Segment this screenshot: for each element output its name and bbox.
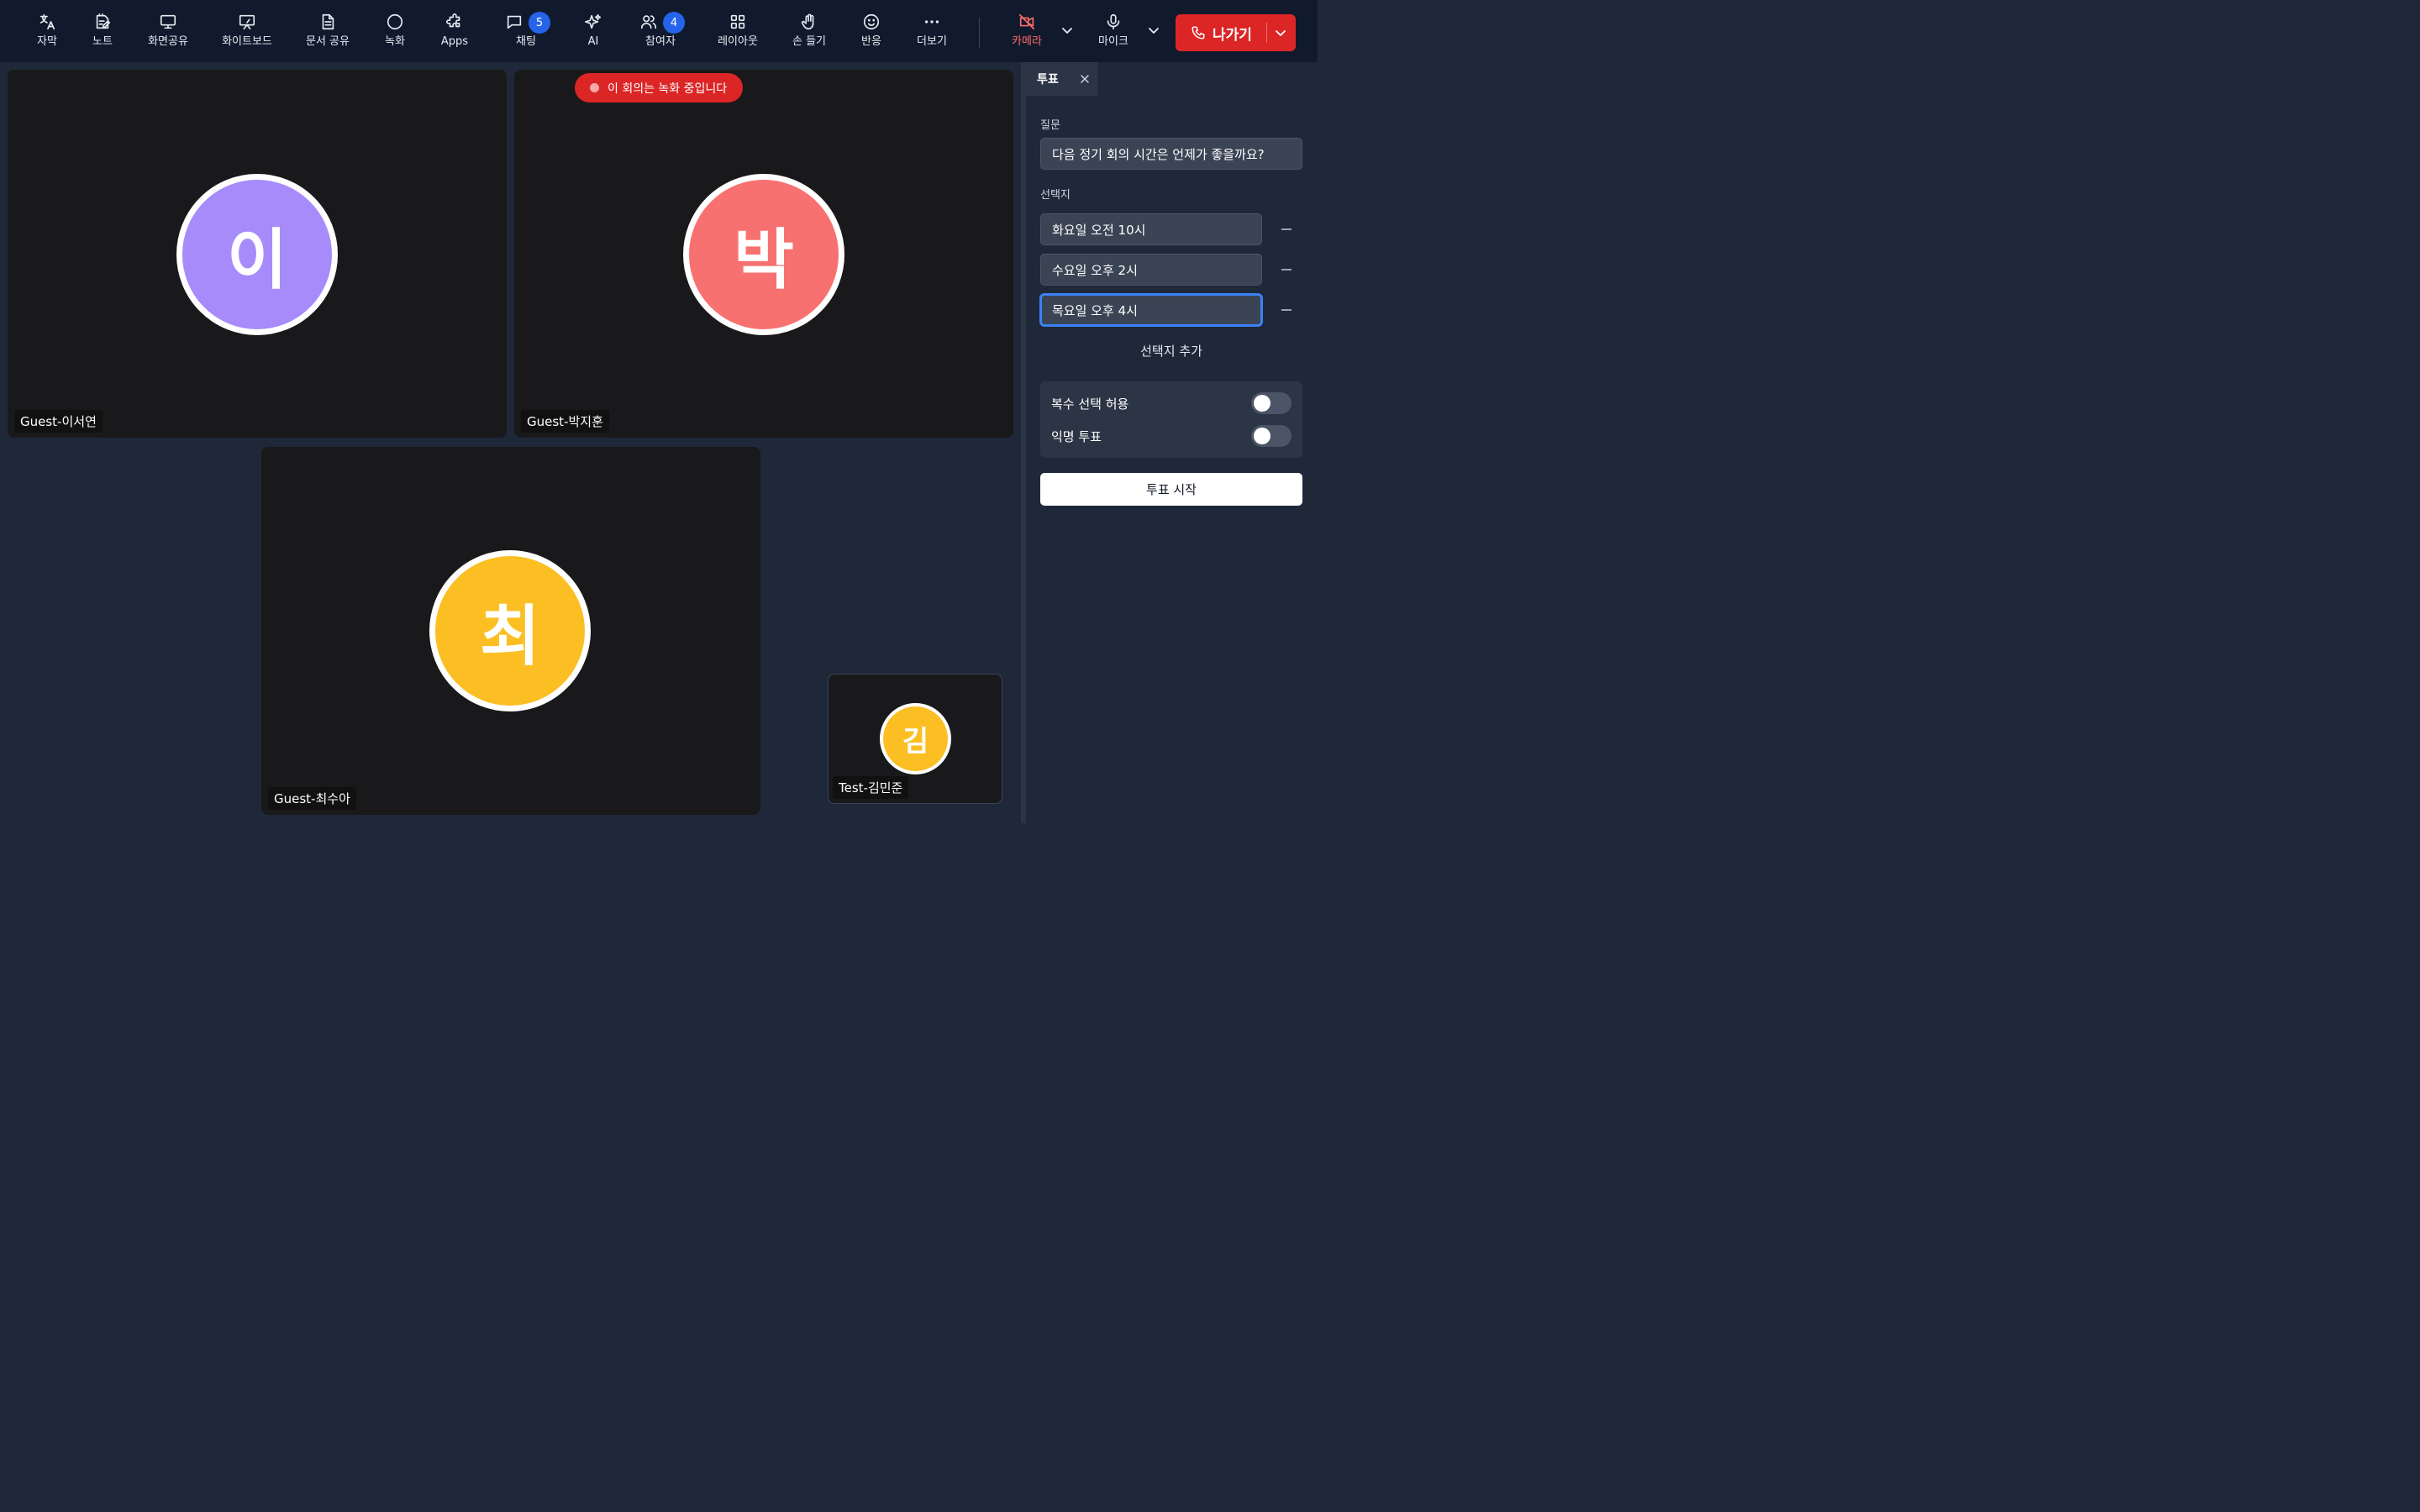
whiteboard-button[interactable]: 화이트보드 [213,12,281,49]
close-icon[interactable] [1080,74,1090,84]
monitor-icon [158,12,178,32]
leave-divider [1266,23,1267,43]
participant-tile[interactable]: 이 Guest-이서연 [8,70,507,438]
phone-icon [1192,26,1205,39]
toolbar-divider [979,18,980,48]
sparkle-icon [583,12,603,32]
notes-button[interactable]: 노트 [69,12,136,49]
translate-icon [37,12,57,32]
captions-label: 자막 [37,35,57,48]
raise-hand-label: 손 들기 [792,35,826,48]
reactions-button[interactable]: 반응 [838,12,905,49]
toggle-knob [1254,428,1270,444]
recording-banner-text: 이 회의는 녹화 중입니다 [608,81,728,96]
option-input[interactable]: 목요일 오후 4시 [1040,294,1262,326]
camera-toggle-button[interactable]: 카메라 [993,12,1060,49]
chat-icon [504,12,524,32]
poll-tab-title: 투표 [1037,73,1059,87]
anonymous-toggle[interactable] [1251,425,1292,447]
add-option-button[interactable]: 선택지 추가 [1040,342,1302,360]
avatar: 이 [176,174,338,335]
apps-label: Apps [440,35,469,48]
more-icon [922,12,942,32]
smile-icon [861,12,881,32]
remove-option-icon[interactable] [1281,228,1292,230]
record-icon [385,12,405,32]
microphone-icon [1103,12,1123,32]
anonymous-label: 익명 투표 [1051,429,1102,444]
notes-label: 노트 [92,35,113,48]
screen-share-button[interactable]: 화면공유 [134,12,202,49]
camera-label: 카메라 [1012,35,1042,48]
avatar: 박 [683,174,844,335]
more-button[interactable]: 더보기 [898,12,965,49]
remove-option-icon[interactable] [1281,309,1292,311]
chat-count-badge: 5 [529,12,550,34]
self-view-tile[interactable]: 김 Test-김민준 [828,674,1002,804]
apps-button[interactable]: Apps [421,12,488,49]
users-icon [639,12,659,32]
leave-options-chevron-icon[interactable] [1274,26,1287,39]
allow-multiple-label: 복수 선택 허용 [1051,396,1129,412]
question-label: 질문 [1040,119,1060,132]
recording-dot-icon [590,83,599,92]
document-icon [318,12,338,32]
meeting-toolbar: 자막 노트 화면공유 화이트보드 문서 공유 녹화 Apps 5 채팅 AI 4… [0,0,1318,62]
note-icon [92,12,113,32]
poll-settings: 복수 선택 허용 익명 투표 [1040,381,1302,458]
puzzle-icon [445,12,465,32]
remove-option-icon[interactable] [1281,269,1292,270]
poll-panel: 투표 질문 다음 정기 회의 시간은 언제가 좋을까요? 선택지 화요일 오전 … [1026,62,1318,823]
mic-label: 마이크 [1098,35,1128,48]
avatar: 최 [429,550,591,711]
option-input[interactable]: 수요일 오후 2시 [1040,254,1262,286]
options-label: 선택지 [1040,189,1071,202]
toggle-knob [1254,395,1270,412]
raise-hand-button[interactable]: 손 들기 [776,12,843,49]
participant-name: Test-김민준 [833,776,909,799]
camera-off-icon [1017,12,1037,32]
layout-button[interactable]: 레이아웃 [704,12,771,49]
more-label: 더보기 [917,35,947,48]
layout-label: 레이아웃 [718,35,758,48]
hand-icon [799,12,819,32]
participants-label: 참여자 [645,35,676,48]
allow-multiple-toggle[interactable] [1251,392,1292,414]
tab-poll[interactable]: 투표 [1026,62,1097,96]
chat-label: 채팅 [516,35,536,48]
record-button[interactable]: 녹화 [361,12,429,49]
start-poll-button[interactable]: 투표 시작 [1040,473,1302,506]
grid-icon [728,12,748,32]
mic-toggle-button[interactable]: 마이크 [1080,12,1147,49]
option-input[interactable]: 화요일 오전 10시 [1040,213,1262,245]
question-input[interactable]: 다음 정기 회의 시간은 언제가 좋을까요? [1040,138,1302,170]
ai-label: AI [587,35,599,48]
ai-button[interactable]: AI [560,12,627,49]
whiteboard-label: 화이트보드 [222,35,272,48]
participant-name: Guest-박지훈 [521,410,609,433]
participants-button[interactable]: 4 참여자 [627,12,694,49]
participant-name: Guest-이서연 [14,410,103,433]
participant-name: Guest-최수아 [268,787,356,810]
whiteboard-icon [237,12,257,32]
meeting-app: 자막 노트 화면공유 화이트보드 문서 공유 녹화 Apps 5 채팅 AI 4… [0,0,1318,823]
screen-share-label: 화면공유 [148,35,188,48]
document-share-button[interactable]: 문서 공유 [294,12,361,49]
participant-tile[interactable]: 박 Guest-박지훈 [514,70,1013,438]
mic-options-chevron-icon[interactable] [1147,24,1160,37]
document-share-label: 문서 공유 [306,35,350,48]
participant-tile[interactable]: 최 Guest-최수아 [261,447,760,815]
participants-count-badge: 4 [663,12,685,34]
chat-button[interactable]: 5 채팅 [492,12,560,49]
leave-label: 나가기 [1213,26,1252,44]
record-label: 녹화 [385,35,405,48]
avatar: 김 [880,703,951,774]
camera-options-chevron-icon[interactable] [1060,24,1074,37]
recording-banner: 이 회의는 녹화 중입니다 [575,73,743,102]
reactions-label: 반응 [861,35,881,48]
leave-meeting-button[interactable]: 나가기 [1176,14,1296,51]
